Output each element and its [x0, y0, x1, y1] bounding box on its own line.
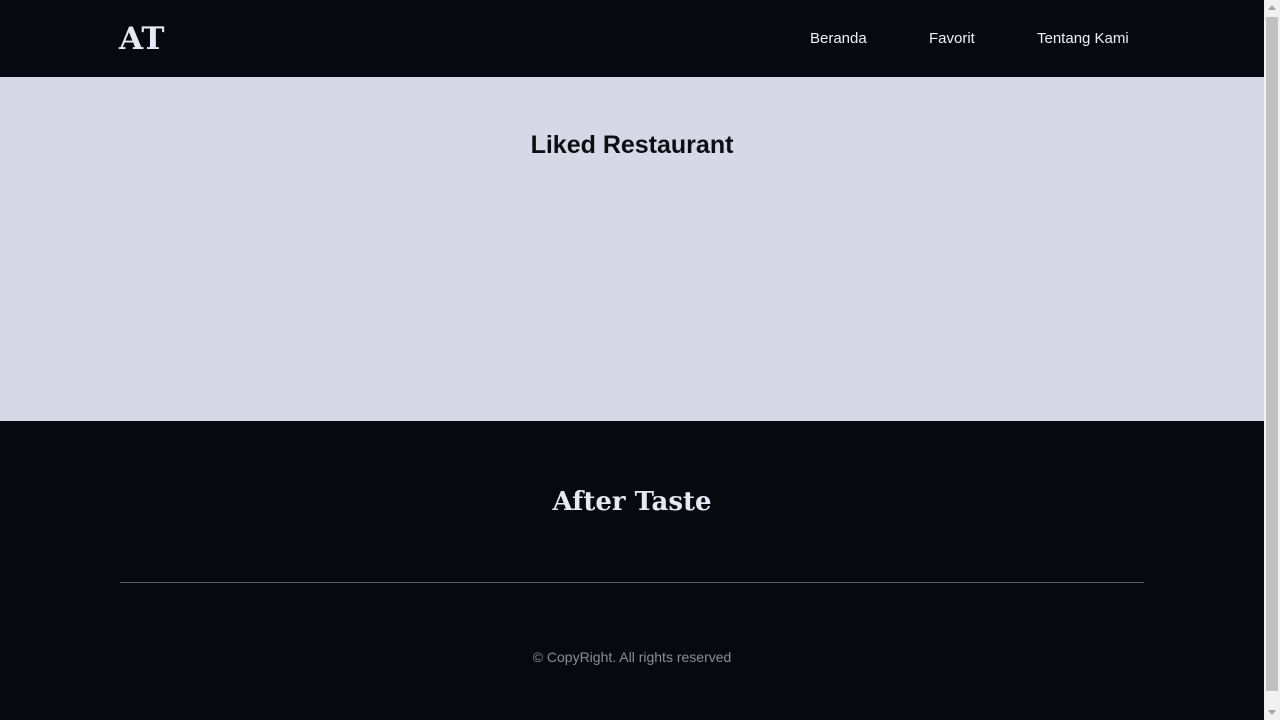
site-footer: After Taste © CopyRight. All rights rese…	[0, 421, 1264, 720]
copyright-text: © CopyRight. All rights reserved	[532, 649, 732, 665]
nav-link-tentang-kami[interactable]: Tentang Kami	[1037, 29, 1129, 48]
footer-divider	[120, 582, 1144, 583]
main-content: Liked Restaurant	[0, 77, 1264, 421]
scroll-down-icon[interactable]	[1268, 710, 1276, 715]
site-logo[interactable]: AT	[119, 20, 164, 58]
footer-brand: After Taste	[552, 487, 712, 517]
nav-link-favorit[interactable]: Favorit	[929, 29, 975, 48]
page: AT Beranda Favorit Tentang Kami Liked Re…	[0, 0, 1264, 720]
page-title: Liked Restaurant	[530, 131, 734, 159]
vertical-scrollbar[interactable]	[1264, 0, 1280, 720]
app-header: AT Beranda Favorit Tentang Kami	[0, 0, 1264, 77]
scroll-up-icon[interactable]	[1268, 5, 1276, 10]
nav-link-beranda[interactable]: Beranda	[810, 29, 867, 48]
scrollbar-thumb[interactable]	[1266, 17, 1278, 691]
